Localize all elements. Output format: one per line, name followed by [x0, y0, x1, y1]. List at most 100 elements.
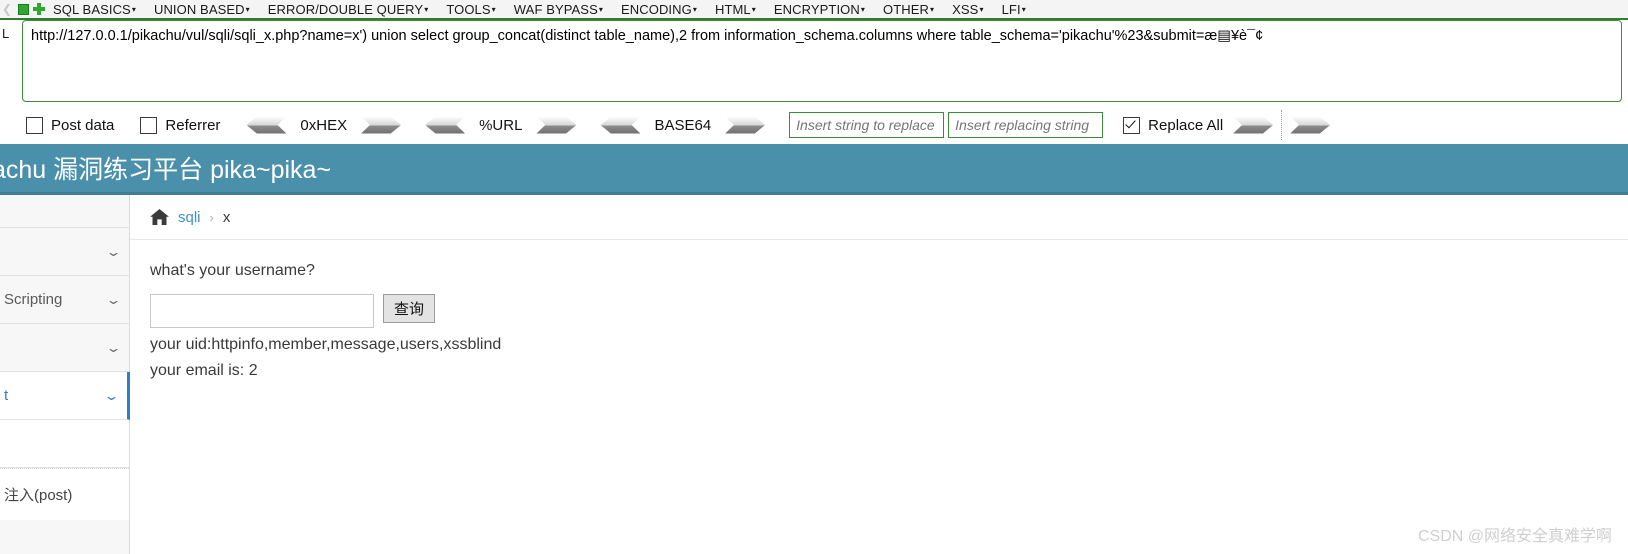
- chevron-down-icon: ⌄: [105, 339, 122, 355]
- replace-all-checkbox[interactable]: Replace All: [1123, 116, 1224, 134]
- menu-label: SQL BASICS: [53, 1, 131, 17]
- menu-item-tools[interactable]: TOOLS▾: [446, 2, 504, 17]
- chevron-down-icon: ▾: [751, 4, 756, 14]
- back-arrow-icon[interactable]: ❮: [2, 3, 14, 15]
- query-form: what's your username? 查询 your uid:httpin…: [130, 240, 1628, 380]
- chevron-down-icon: ▾: [598, 4, 603, 14]
- post-data-checkbox[interactable]: Post data: [26, 116, 115, 134]
- url-row: L http://127.0.0.1/pikachu/vul/sqli/sqli…: [0, 20, 1628, 102]
- result-uid: your uid:httpinfo,member,message,users,x…: [150, 336, 502, 353]
- referrer-checkbox[interactable]: Referrer: [140, 116, 221, 134]
- hackbar-icon-group: ❮: [0, 3, 45, 15]
- username-input[interactable]: [150, 294, 374, 328]
- chevron-down-icon: ▾: [491, 4, 496, 14]
- main-content: sqli › x what's your username? 查询 your u…: [130, 195, 1628, 554]
- menu-item-other[interactable]: OTHER▾: [883, 2, 943, 17]
- encode-arrow-icon[interactable]: [536, 116, 577, 134]
- sidebar-item-5[interactable]: [0, 420, 129, 468]
- watermark: CSDN @网络安全真难学啊: [1417, 528, 1612, 545]
- page-body: ⌄ Scripting ⌄ ⌄ t ⌄ 注入(post) sqli › x wh…: [0, 195, 1628, 554]
- chevron-down-icon: ▾: [1021, 4, 1026, 14]
- post-data-label: Post data: [51, 116, 115, 134]
- menu-label: ERROR/DOUBLE QUERY: [267, 1, 424, 17]
- chevron-down-icon: ▾: [860, 4, 866, 14]
- menu-item-error-double-query[interactable]: ERROR/DOUBLE QUERY▾: [268, 2, 438, 17]
- site-header: achu 漏洞练习平台 pika~pika~: [0, 144, 1628, 192]
- sidebar-item-injection-active[interactable]: t ⌄: [0, 372, 130, 420]
- decode-arrow-icon[interactable]: [425, 116, 466, 134]
- replace-search-input[interactable]: [789, 112, 945, 138]
- sidebar-item-0[interactable]: [0, 195, 129, 228]
- menu-item-lfi[interactable]: LFI▾: [1002, 2, 1035, 17]
- menu-label: ENCODING: [620, 1, 692, 17]
- menu-label: OTHER: [883, 1, 930, 17]
- replace-with-input[interactable]: [948, 112, 1104, 138]
- encode-arrow-icon[interactable]: [725, 116, 766, 134]
- hackbar-menu-strip: ❮ SQL BASICS▾ UNION BASED▾ ERROR/DOUBLE …: [0, 0, 1628, 20]
- browser-page: achu 漏洞练习平台 pika~pika~ ⌄ Scripting ⌄ ⌄ t: [0, 144, 1628, 554]
- add-plus-icon[interactable]: [33, 3, 45, 15]
- sidebar-item-label: Scripting: [4, 291, 63, 308]
- toolbar-divider: [1281, 110, 1283, 140]
- encoder-label-hex: 0xHEX: [300, 116, 348, 134]
- menu-label: XSS: [952, 1, 979, 17]
- submit-button[interactable]: 查询: [383, 294, 435, 323]
- menu-label: TOOLS: [446, 1, 491, 17]
- menu-label: WAF BYPASS: [513, 1, 598, 17]
- menu-item-sql-basics[interactable]: SQL BASICS▾: [53, 2, 145, 17]
- decode-arrow-icon[interactable]: [246, 116, 287, 134]
- chevron-down-icon: ▾: [930, 4, 935, 14]
- menu-label: LFI: [1001, 1, 1021, 17]
- url-input[interactable]: http://127.0.0.1/pikachu/vul/sqli/sqli_x…: [22, 20, 1622, 102]
- replace-execute-arrow-icon[interactable]: [1233, 116, 1274, 134]
- page-title: achu 漏洞练习平台 pika~pika~: [0, 156, 332, 184]
- referrer-label: Referrer: [165, 116, 221, 134]
- chevron-down-icon: ⌄: [105, 243, 122, 259]
- hackbar-toolbar: Post data Referrer 0xHEX %URL BASE64 Rep…: [0, 106, 1628, 144]
- stop-square-icon[interactable]: [18, 3, 29, 15]
- menu-item-waf-bypass[interactable]: WAF BYPASS▾: [514, 2, 612, 17]
- execute-arrow-icon[interactable]: [1290, 116, 1331, 134]
- encode-arrow-icon[interactable]: [361, 116, 402, 134]
- chevron-down-icon: ▾: [979, 4, 984, 14]
- menu-item-encoding[interactable]: ENCODING▾: [621, 2, 706, 17]
- encoder-label-url: %URL: [479, 116, 523, 134]
- encoder-group-base64: BASE64: [600, 116, 766, 134]
- encoder-label-base64: BASE64: [654, 116, 712, 134]
- encoder-group-hex: 0xHEX: [246, 116, 402, 134]
- home-icon[interactable]: [150, 208, 169, 226]
- encoder-group-url: %URL: [425, 116, 577, 134]
- result-email: your email is: 2: [150, 362, 258, 379]
- form-question: what's your username?: [150, 262, 315, 279]
- sidebar-item-1[interactable]: ⌄: [0, 228, 129, 276]
- breadcrumb: sqli › x: [130, 195, 1628, 240]
- menu-label: HTML: [714, 1, 751, 17]
- chevron-down-icon: ▾: [424, 4, 429, 14]
- sidebar: ⌄ Scripting ⌄ ⌄ t ⌄ 注入(post): [0, 195, 130, 554]
- breadcrumb-separator-icon: ›: [209, 209, 214, 225]
- form-input-row: 查询: [150, 294, 1628, 328]
- breadcrumb-current: x: [222, 208, 231, 226]
- chevron-down-icon: ⌄: [103, 387, 120, 403]
- menu-item-encryption[interactable]: ENCRYPTION▾: [774, 2, 874, 17]
- breadcrumb-link-sqli[interactable]: sqli: [178, 209, 201, 226]
- replace-all-label: Replace All: [1148, 116, 1224, 134]
- menu-label: ENCRYPTION: [773, 1, 860, 17]
- menu-item-union-based[interactable]: UNION BASED▾: [154, 2, 259, 17]
- checkbox-box: [26, 116, 43, 134]
- chevron-down-icon: ▾: [692, 4, 697, 14]
- menu-item-html[interactable]: HTML▾: [715, 2, 765, 17]
- sidebar-item-label: t: [4, 387, 9, 404]
- chevron-down-icon: ▾: [131, 4, 136, 14]
- sidebar-item-3[interactable]: ⌄: [0, 324, 129, 372]
- menu-label: UNION BASED: [153, 1, 245, 17]
- menu-item-xss[interactable]: XSS▾: [952, 2, 992, 17]
- sidebar-subitem-post-injection[interactable]: 注入(post): [0, 468, 129, 520]
- decode-arrow-icon[interactable]: [600, 116, 641, 134]
- sidebar-item-scripting[interactable]: Scripting ⌄: [0, 276, 129, 324]
- chevron-down-icon: ▾: [245, 4, 250, 14]
- checkbox-box: [140, 116, 158, 134]
- checkbox-box: [1123, 116, 1141, 134]
- url-label: L: [2, 26, 10, 41]
- chevron-down-icon: ⌄: [105, 291, 122, 307]
